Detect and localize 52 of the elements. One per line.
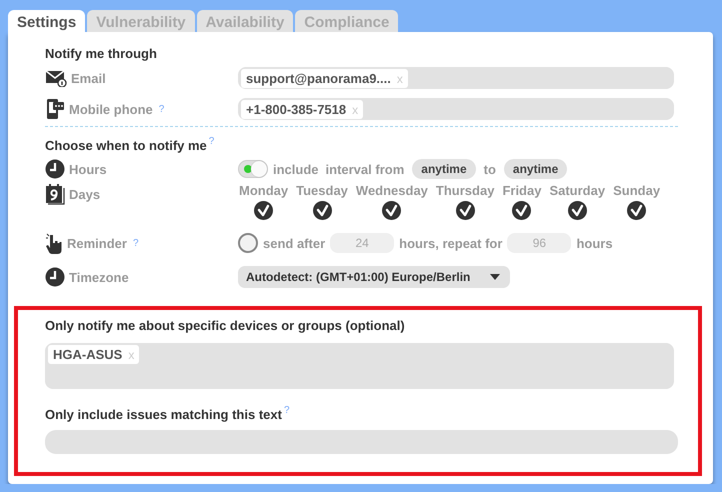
checkbox[interactable]: [512, 201, 532, 220]
clock-icon: [45, 267, 65, 287]
field-label: Hours: [69, 162, 107, 176]
section-heading: Notify me through: [45, 46, 158, 61]
day-label: Saturday: [549, 183, 606, 198]
day-label: Thursday: [436, 183, 494, 198]
checkbox[interactable]: [312, 201, 332, 220]
envelope-icon: [45, 69, 67, 87]
checkbox[interactable]: [382, 201, 402, 220]
day-label: Friday: [502, 183, 542, 198]
section-heading: Only include issues matching this text: [45, 407, 282, 422]
option-label: include: [273, 162, 319, 176]
clock-icon: [45, 159, 65, 179]
day-label: Tuesday: [296, 183, 348, 198]
time-picker-button[interactable]: anytime: [504, 159, 568, 179]
tab[interactable]: Settings: [8, 10, 86, 32]
option-label: to: [484, 162, 496, 176]
option-label: hours: [576, 236, 613, 250]
tab[interactable]: Compliance: [295, 10, 398, 32]
day-label: Monday: [239, 183, 288, 198]
help-link[interactable]: ?: [158, 104, 164, 114]
radio-button[interactable]: [238, 233, 258, 253]
option-label: send after: [263, 236, 326, 250]
phone-icon: [45, 98, 65, 120]
toggle-switch[interactable]: [238, 160, 268, 178]
help-link[interactable]: ?: [208, 136, 214, 147]
tab[interactable]: Vulnerability: [87, 10, 195, 32]
time-picker-button[interactable]: anytime: [412, 159, 476, 179]
calendar-icon: [45, 183, 65, 205]
checkbox[interactable]: [568, 201, 587, 220]
hand-pointer-icon: [45, 232, 63, 254]
option-label: hours, repeat for: [399, 236, 502, 250]
timezone-dropdown[interactable]: Autodetect: (GMT+01:00) Europe/Berlin: [238, 266, 510, 288]
section-heading: Choose when to notify me: [45, 138, 207, 153]
tab[interactable]: Availability: [196, 10, 294, 32]
section-heading: Only notify me about specific devices or groups (optional): [45, 318, 406, 333]
checkbox[interactable]: [627, 201, 646, 220]
checkbox[interactable]: [254, 201, 274, 220]
field-label: Reminder: [67, 236, 127, 250]
text-filter-field[interactable]: [45, 430, 678, 454]
field-label: Email: [71, 70, 106, 86]
hours-input[interactable]: 24: [330, 233, 394, 253]
field-label: Days: [69, 186, 100, 202]
help-link[interactable]: ?: [132, 238, 139, 248]
option-label: interval from: [326, 162, 404, 176]
day-label: Sunday: [613, 183, 660, 198]
hours-input[interactable]: 96: [507, 233, 572, 253]
field-label: Mobile phone: [69, 102, 153, 116]
day-label: Wednesday: [356, 183, 428, 198]
help-link[interactable]: ?: [284, 405, 290, 416]
field-label: Timezone: [69, 270, 129, 284]
checkbox[interactable]: [456, 201, 475, 220]
